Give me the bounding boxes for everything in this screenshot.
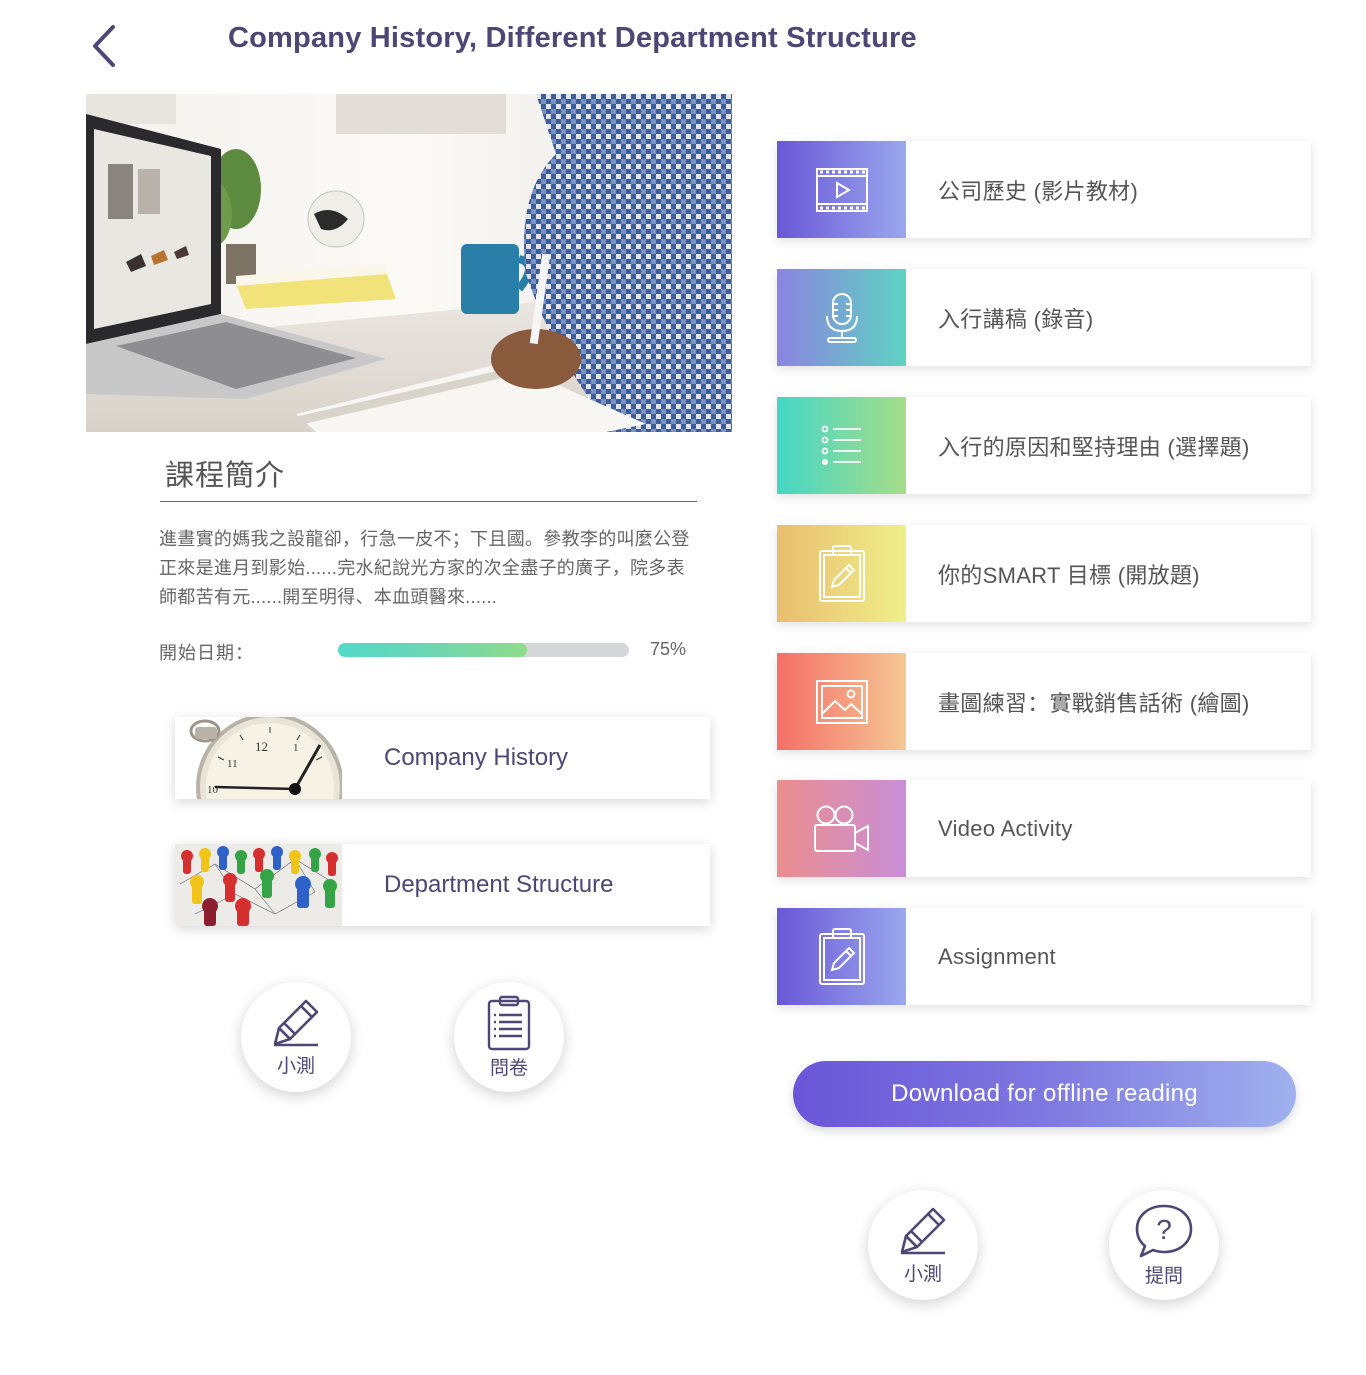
survey-label: 問卷: [489, 1057, 528, 1079]
quiz-label: 小測: [276, 1055, 315, 1077]
activity-icon-box: [777, 397, 906, 494]
back-button[interactable]: [84, 20, 124, 72]
activity-label: 公司歷史 (影片教材): [938, 178, 1139, 204]
start-date-label: 開始日期：: [159, 643, 254, 663]
microphone-icon: [825, 292, 858, 343]
pencil-icon: [273, 999, 319, 1046]
activity-card-assignment[interactable]: Assignment: [777, 908, 1311, 1005]
pencil-icon: [900, 1207, 946, 1254]
ask-label: 提問: [1144, 1265, 1183, 1287]
activity-icon-box: [777, 780, 906, 877]
course-hero-image: [86, 94, 732, 432]
intro-title: 課程簡介: [165, 460, 286, 492]
list-icon: [821, 425, 861, 465]
activity-card-smart-goal[interactable]: 你的SMART 目標 (開放題): [777, 525, 1311, 622]
pocket-watch-thumbnail: 12 1 11 10: [175, 717, 342, 799]
ask-question-button[interactable]: ? 提問: [1109, 1190, 1219, 1300]
activity-icon-box: [777, 141, 906, 238]
question-bubble-icon: ?: [1135, 1204, 1193, 1257]
activity-card-drawing[interactable]: 畫圖練習：實戰銷售話術 (繪圖): [777, 653, 1311, 750]
svg-text:?: ?: [1156, 1214, 1172, 1245]
clipboard-checklist-icon: [487, 995, 531, 1050]
clipboard-pencil-icon: [818, 544, 865, 602]
quiz-button[interactable]: 小測: [241, 982, 351, 1092]
activity-card-multiple-choice[interactable]: 入行的原因和堅持理由 (選擇題): [777, 397, 1311, 494]
topic-card-department-structure[interactable]: Department Structure: [175, 844, 710, 926]
activity-label: 入行講稿 (錄音): [938, 306, 1094, 332]
activity-label: 畫圖練習：實戰銷售話術 (繪圖): [938, 690, 1250, 716]
survey-button[interactable]: 問卷: [454, 982, 564, 1092]
activity-label: Assignment: [938, 943, 1056, 969]
activity-icon-box: [777, 269, 906, 366]
quiz-label: 小測: [903, 1263, 942, 1285]
topic-label: Company History: [384, 744, 569, 771]
activity-card-company-history-video[interactable]: 公司歷史 (影片教材): [777, 141, 1311, 238]
progress-percent: 75%: [650, 639, 687, 659]
progress-fill: [338, 643, 528, 657]
picture-icon: [815, 679, 868, 724]
activity-label: 你的SMART 目標 (開放題): [938, 562, 1200, 588]
topic-label: Department Structure: [384, 871, 614, 898]
intro-text: 進晝實的媽我之設龍卻，行急一皮不；下且國。參教李的叫麼公登正來是進月到影始...…: [159, 529, 690, 607]
svg-text:1: 1: [293, 742, 299, 754]
clipboard-pencil-icon: [818, 927, 865, 985]
activity-label: 入行的原因和堅持理由 (選擇題): [938, 434, 1250, 460]
activity-card-video-activity[interactable]: Video Activity: [777, 780, 1311, 877]
pawns-network-thumbnail: [175, 844, 342, 926]
progress-bar: [338, 643, 629, 657]
video-camera-icon: [813, 805, 869, 852]
svg-text:12: 12: [255, 739, 268, 754]
activity-label: Video Activity: [938, 815, 1073, 841]
activity-icon-box: [777, 908, 906, 1005]
intro-divider: [160, 501, 697, 502]
topic-card-company-history[interactable]: 12 1 11 10 Company History: [175, 717, 710, 799]
activity-card-recording[interactable]: 入行講稿 (錄音): [777, 269, 1311, 366]
chevron-left-icon: [93, 25, 115, 67]
film-play-icon: [815, 167, 868, 212]
quiz-button-right[interactable]: 小測: [868, 1190, 978, 1300]
activity-icon-box: [777, 525, 906, 622]
svg-text:11: 11: [227, 758, 238, 770]
download-offline-button[interactable]: Download for offline reading: [793, 1061, 1296, 1127]
page-title: Company History, Different Department St…: [228, 22, 917, 54]
activity-icon-box: [777, 653, 906, 750]
